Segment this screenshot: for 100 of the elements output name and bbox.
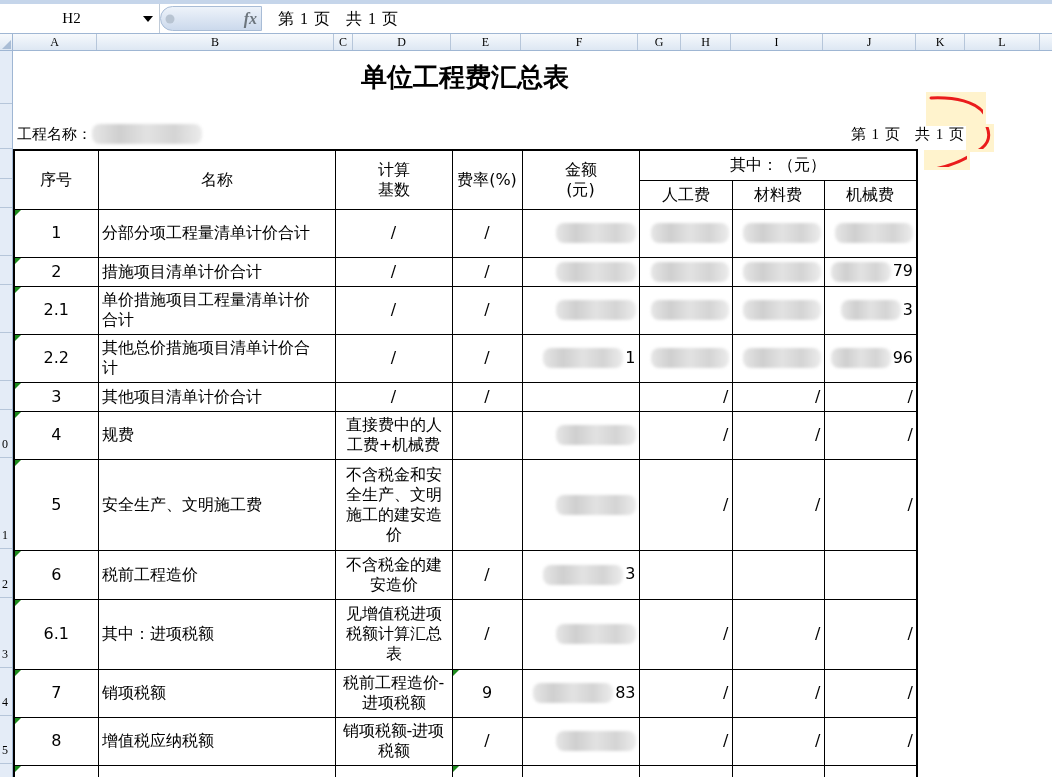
column-header[interactable]: H — [681, 34, 731, 50]
table-cell: / — [390, 261, 397, 281]
table-cell: 销项税额-进项税额 — [342, 721, 445, 760]
table-cell: / — [815, 683, 821, 702]
table-cell: 不含税金的建安造价 — [345, 554, 442, 594]
table-cell: 增值税应纳税额 — [101, 731, 214, 750]
column-header[interactable]: I — [731, 34, 823, 50]
table-cell: 8 — [51, 731, 62, 750]
column-header[interactable]: A — [13, 34, 97, 50]
insert-function-button[interactable]: fx — [243, 6, 257, 31]
table-cell: 见增值税进项税额计算汇总表 — [345, 604, 442, 663]
table-cell: 1 — [625, 347, 636, 367]
table-cell: 规费 — [101, 425, 134, 444]
table-cell: / — [484, 300, 490, 319]
column-header[interactable]: L — [965, 34, 1040, 50]
column-header[interactable]: F — [521, 34, 638, 50]
table-cell: / — [907, 425, 913, 444]
column-label: 费率(%) — [457, 169, 517, 189]
column-label: 计算基数 — [376, 159, 411, 200]
table-cell: / — [723, 731, 729, 750]
table-cell: 销项税额 — [101, 683, 166, 702]
column-header[interactable]: E — [451, 34, 521, 50]
row-header[interactable]: 0 — [2, 435, 8, 453]
column-header[interactable]: K — [916, 34, 965, 50]
page-number: 第 1 页 共 1 页 — [850, 124, 965, 144]
name-box[interactable]: H2 — [0, 7, 143, 30]
column-label: 材料费 — [754, 184, 802, 204]
table-cell: / — [815, 731, 821, 750]
table-cell: / — [484, 624, 490, 643]
table-cell: / — [723, 683, 729, 702]
column-header[interactable]: J — [823, 34, 916, 50]
table-cell: / — [390, 348, 397, 367]
column-header[interactable]: D — [353, 34, 451, 50]
table-cell: 其他项目清单计价合计 — [101, 386, 262, 406]
table-cell: / — [815, 425, 821, 444]
table-cell: 6 — [51, 564, 62, 584]
table-cell: / — [484, 564, 490, 584]
table-cell: 2.1 — [43, 300, 69, 319]
table-cell: / — [484, 223, 490, 242]
column-header[interactable]: C — [334, 34, 353, 50]
column-label: 金额(元) — [563, 159, 598, 200]
row-header[interactable]: 2 — [2, 575, 8, 593]
table-cell: 7 — [51, 683, 62, 702]
table-cell: / — [723, 494, 729, 514]
sheet-title: 单位工程费汇总表 — [359, 61, 570, 94]
table-cell: / — [907, 386, 913, 406]
column-header[interactable]: B — [97, 34, 334, 50]
table-cell: 3 — [625, 564, 636, 584]
table-cell: / — [815, 494, 821, 514]
table-cell: / — [907, 731, 913, 750]
table-cell: 5 — [51, 494, 62, 514]
table-cell: / — [484, 731, 490, 750]
column-label: 其中：（元） — [729, 155, 826, 175]
column-label: 名称 — [200, 169, 233, 189]
table-cell: 其他总价措施项目清单计价合计 — [101, 338, 310, 377]
circle-icon — [165, 13, 175, 24]
project-name-label: 工程名称： — [17, 123, 92, 145]
table-cell: / — [907, 683, 913, 702]
row-header[interactable]: 4 — [2, 693, 8, 711]
table-cell: 96 — [892, 347, 913, 367]
table-cell: / — [907, 624, 913, 643]
table-cell: 4 — [51, 425, 62, 444]
table-cell: 税前工程造价 — [101, 564, 198, 584]
table-cell: / — [723, 425, 729, 444]
table-cell: / — [815, 624, 821, 643]
table-cell: 2 — [51, 261, 62, 281]
table-cell: / — [390, 386, 397, 406]
table-cell: 9 — [481, 683, 493, 702]
table-cell: 安全生产、文明施工费 — [101, 494, 262, 514]
table-cell: 2.2 — [43, 348, 69, 367]
formula-content[interactable]: 第 1 页 共 1 页 — [278, 6, 399, 31]
table-cell: / — [390, 223, 397, 242]
table-cell: / — [390, 300, 397, 319]
dropdown-icon[interactable] — [143, 15, 153, 22]
row-header[interactable]: 1 — [2, 526, 8, 544]
column-label: 人工费 — [661, 184, 710, 204]
table-cell: 6.1 — [43, 624, 69, 643]
table-cell: 3 — [902, 299, 913, 319]
table-cell: 1 — [51, 223, 62, 242]
row-header[interactable]: 5 — [2, 741, 8, 759]
table-cell: / — [484, 386, 490, 406]
table-cell: 其中：进项税额 — [101, 624, 214, 643]
table-cell: 单价措施项目工程量清单计价合计 — [101, 290, 310, 329]
table-cell: / — [484, 348, 490, 367]
table-cell: / — [907, 494, 913, 514]
table-cell: / — [723, 624, 729, 643]
table-cell: 措施项目清单计价合计 — [101, 261, 262, 281]
column-header[interactable]: G — [638, 34, 681, 50]
table-cell: 分部分项工程量清单计价合计 — [101, 223, 310, 242]
column-label: 机械费 — [846, 184, 895, 204]
table-cell: 不含税金和安全生产、文明施工的建安造价 — [345, 464, 442, 544]
table-cell: 税前工程造价-进项税额 — [342, 673, 445, 712]
table-cell: / — [723, 386, 729, 406]
table-cell: / — [484, 261, 490, 281]
table-cell: 直接费中的人工费+机械费 — [345, 415, 442, 454]
row-header[interactable]: 3 — [2, 645, 8, 663]
table-cell: 3 — [51, 386, 62, 406]
table-cell: / — [815, 386, 821, 406]
column-label: 序号 — [40, 169, 73, 189]
table-cell: 79 — [892, 261, 913, 281]
